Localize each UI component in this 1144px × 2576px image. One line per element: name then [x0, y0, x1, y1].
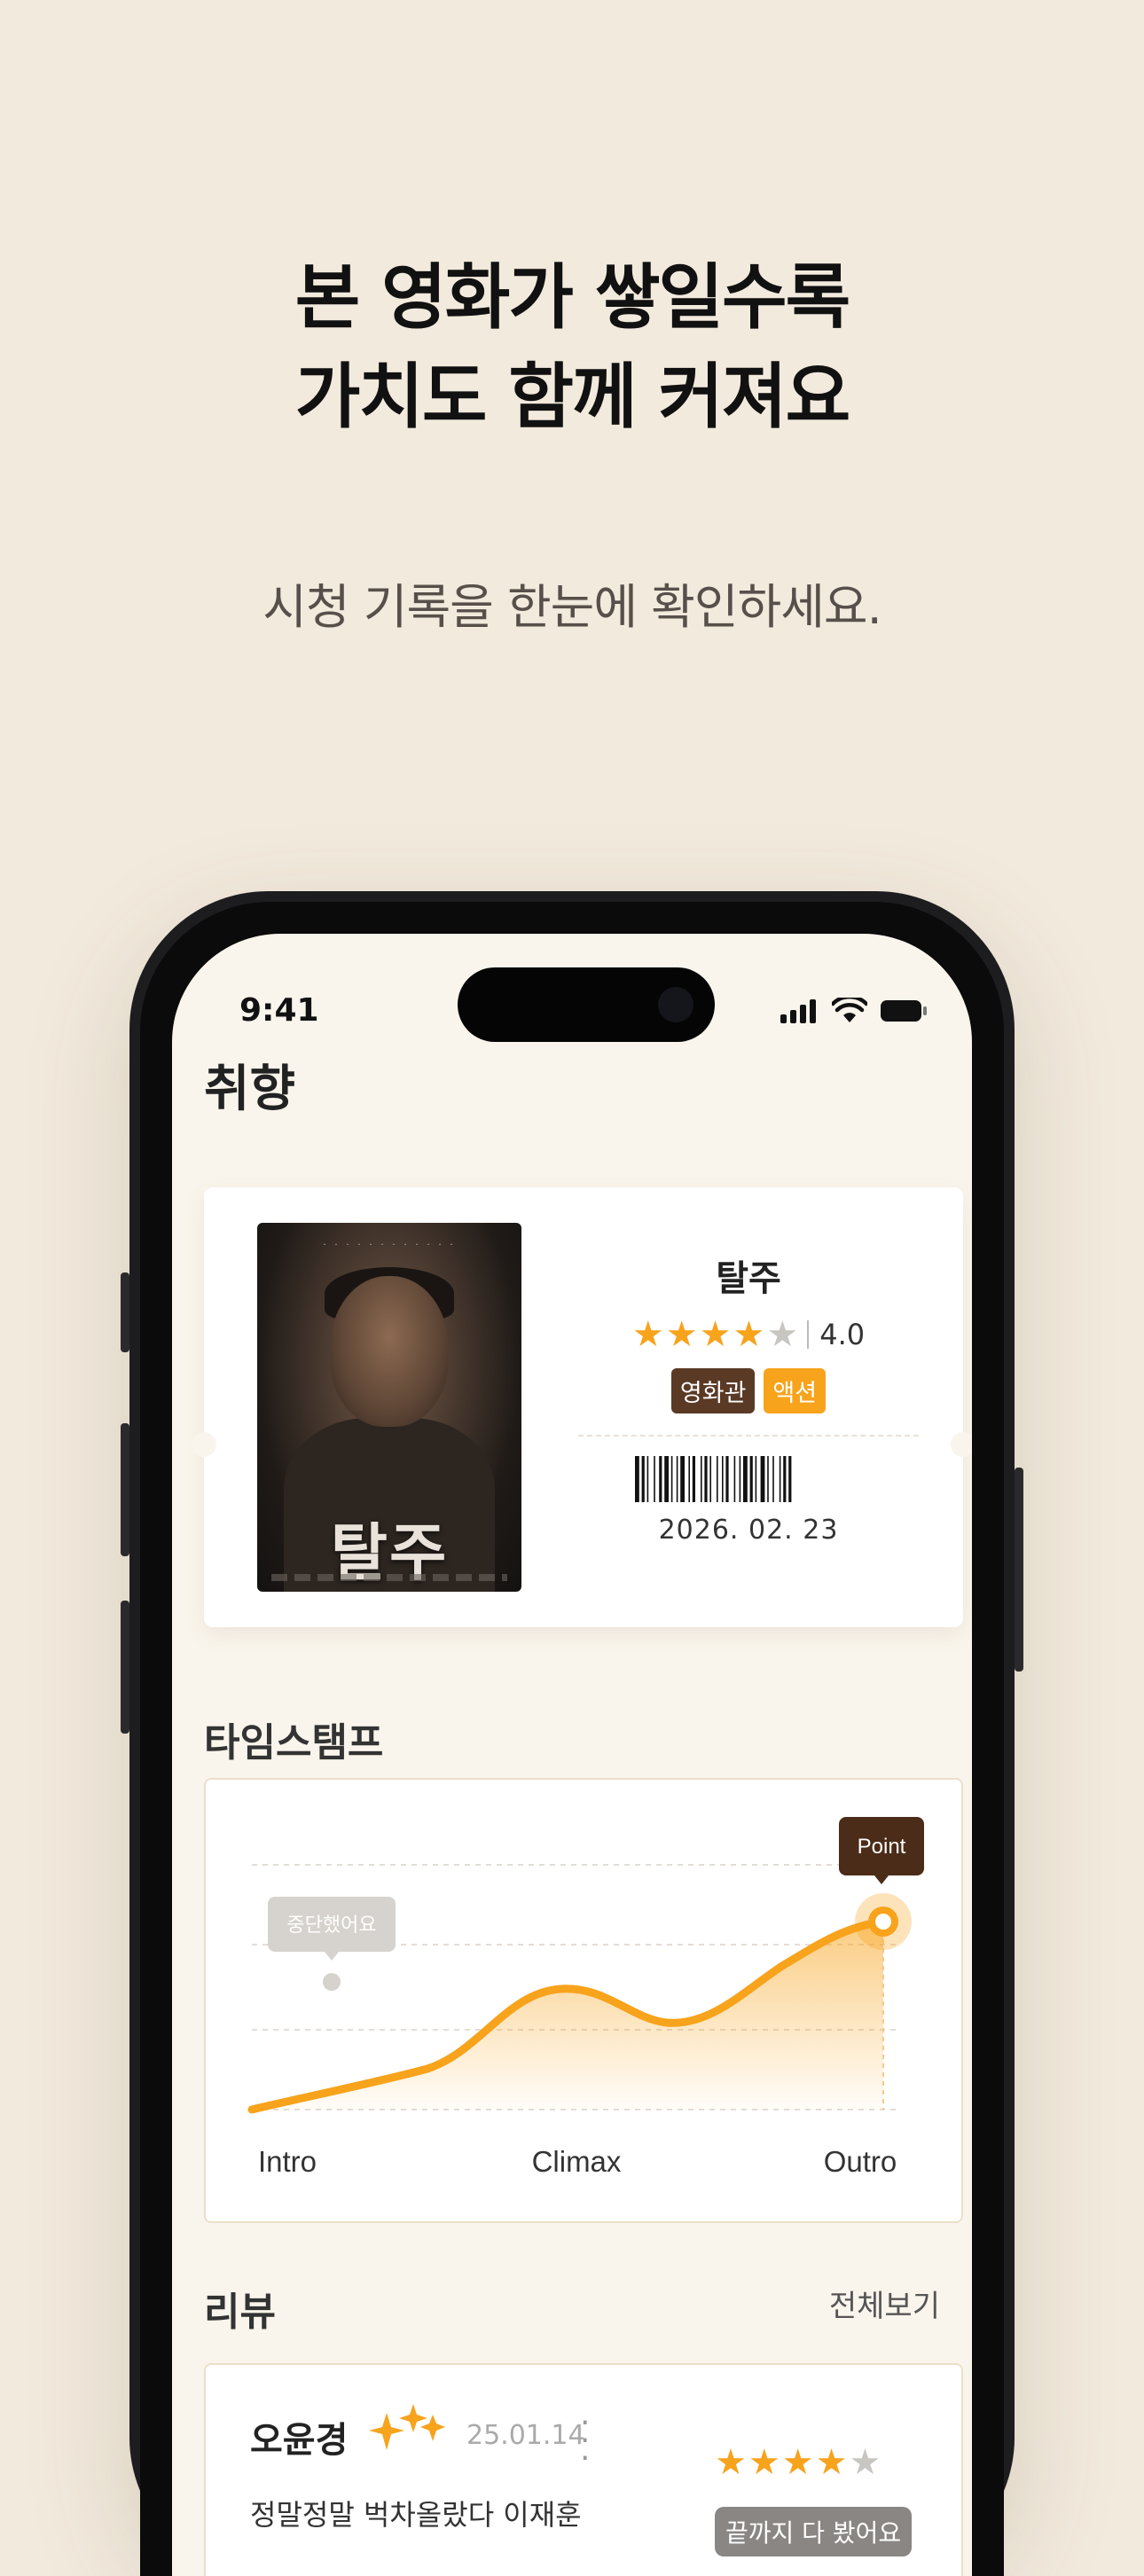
axis-label-climax: Climax	[532, 2145, 622, 2178]
point-marker-center	[875, 1914, 891, 1930]
dynamic-island	[458, 967, 715, 1042]
barcode-bar	[680, 1456, 685, 1502]
star-icon: ★	[815, 2442, 848, 2483]
stop-marker[interactable]	[323, 1973, 341, 1991]
star-icon: ★	[631, 1314, 664, 1355]
star-empty-icon: ★	[766, 1314, 799, 1355]
poster-figure-face	[330, 1276, 449, 1427]
status-icons	[780, 998, 928, 1024]
see-all-reviews-link[interactable]: 전체보기	[829, 2282, 940, 2325]
barcode-bar	[654, 1456, 655, 1502]
tag-venue: 영화관	[670, 1368, 756, 1413]
barcode-bar	[739, 1456, 741, 1502]
phone-volume-up	[121, 1423, 129, 1556]
movie-title: 탈주	[716, 1258, 781, 1299]
promo-headline-line2: 가치도 함께 커져요	[294, 356, 851, 438]
app-screen: 9:41 취향 · · · · · · · · · · · · 탈주 탈주 ★ …	[172, 934, 972, 2576]
barcode-bar	[670, 1456, 673, 1502]
watch-status-badge: 끝까지 다 봤어요	[715, 2507, 913, 2556]
sparkle-icon	[369, 2404, 445, 2450]
star-icon: ★	[748, 2442, 780, 2483]
timestamp-section-title: 타임스탬프	[204, 1720, 384, 1766]
star-icon: ★	[665, 1314, 698, 1355]
barcode-bar	[709, 1456, 711, 1502]
review-rating: ★ ★ ★ ★ ★	[715, 2445, 881, 2480]
point-tooltip-label: Point	[858, 1835, 906, 1859]
barcode-bar	[646, 1456, 649, 1502]
barcode-bar	[733, 1456, 736, 1502]
timestamp-chart: Point 중단했어요 Intro Climax Outro	[247, 1817, 924, 2178]
timestamp-chart-card: Point 중단했어요 Intro Climax Outro	[204, 1778, 963, 2223]
watch-date: 2026. 02. 23	[658, 1515, 839, 1546]
rating-divider	[807, 1320, 810, 1349]
ticket-notch-right	[951, 1432, 972, 1457]
tag-genre: 액션	[764, 1368, 827, 1413]
movie-ticket-card[interactable]: · · · · · · · · · · · · 탈주 탈주 ★ ★ ★ ★ ★	[192, 1187, 972, 1627]
barcode-bar	[659, 1456, 662, 1502]
wifi-icon	[832, 998, 867, 1022]
review-text: 정말정말 벅차올랐다 이재훈	[250, 2498, 582, 2532]
page-title: 취향	[204, 1061, 296, 1118]
barcode-bar	[717, 1456, 718, 1502]
barcode-bar	[779, 1456, 781, 1502]
phone-power-button	[1015, 1468, 1023, 1672]
barcode-bar	[788, 1456, 792, 1502]
star-icon: ★	[699, 1314, 732, 1355]
ticket-notch-left	[192, 1432, 216, 1457]
barcode-bar	[704, 1456, 708, 1502]
star-icon: ★	[715, 2442, 747, 2483]
rating-row: ★ ★ ★ ★ ★ 4.0	[571, 1317, 926, 1352]
barcode-bar	[664, 1456, 669, 1502]
barcode-bar	[749, 1456, 753, 1502]
promo-subline: 시청 기록을 한눈에 확인하세요.	[262, 579, 882, 635]
barcode-bar	[760, 1456, 765, 1502]
barcode-bar	[755, 1456, 757, 1502]
more-options-icon[interactable]: · · ·	[580, 2408, 590, 2475]
barcode-bar	[725, 1456, 729, 1502]
reviewer-name: 오윤경	[250, 2420, 349, 2461]
camera-icon	[658, 987, 693, 1022]
battery-icon	[881, 1000, 927, 1022]
barcode-bar	[676, 1456, 678, 1502]
barcode-bar	[635, 1456, 639, 1502]
barcode-bar	[772, 1456, 774, 1502]
signal-icon	[780, 999, 816, 1023]
phone-mute-switch	[121, 1272, 129, 1352]
barcode-bar	[722, 1456, 724, 1502]
promo-headline: 본 영화가 쌓일수록 가치도 함께 커져요	[0, 248, 1144, 447]
phone-frame: 9:41 취향 · · · · · · · · · · · · 탈주 탈주 ★ …	[121, 891, 1023, 2576]
barcode-bar	[743, 1456, 748, 1502]
poster-credits	[271, 1574, 507, 1581]
barcode-bar	[767, 1456, 769, 1502]
review-card[interactable]: 오윤경 25.01.14 · · · 정말정말 벅차올랐다 이재훈 ★ ★ ★ ★ …	[204, 2363, 963, 2576]
movie-poster-image[interactable]: · · · · · · · · · · · · 탈주	[257, 1223, 521, 1592]
tag-list: 영화관 액션	[571, 1368, 926, 1413]
rating-value: 4.0	[819, 1318, 866, 1351]
star-icon: ★	[733, 1314, 765, 1355]
barcode-image	[635, 1456, 792, 1502]
review-date: 25.01.14	[466, 2420, 585, 2451]
phone-volume-down	[121, 1601, 129, 1734]
reviews-section-title: 리뷰	[204, 2290, 276, 2335]
poster-tagline-art: · · · · · · · · · · · ·	[323, 1239, 456, 1250]
axis-label-intro: Intro	[258, 2145, 317, 2178]
stop-tooltip: 중단했어요	[268, 1897, 396, 1961]
barcode-bar	[641, 1456, 645, 1502]
axis-label-outro: Outro	[824, 2145, 897, 2178]
barcode-bar	[783, 1456, 787, 1502]
star-icon: ★	[781, 2442, 814, 2483]
point-tooltip: Point	[839, 1817, 924, 1884]
status-time: 9:41	[239, 992, 319, 1029]
barcode-bar	[701, 1456, 702, 1502]
ticket-info: 탈주 ★ ★ ★ ★ ★ 4.0 영화관 액션 2026. 02. 23	[571, 1249, 926, 1546]
barcode-bar	[692, 1456, 695, 1502]
star-empty-icon: ★	[849, 2442, 882, 2483]
promo-headline-line1: 본 영화가 쌓일수록	[294, 256, 851, 339]
barcode-bar	[688, 1456, 690, 1502]
ticket-divider	[578, 1435, 919, 1437]
stop-tooltip-label: 중단했어요	[286, 1914, 376, 1937]
